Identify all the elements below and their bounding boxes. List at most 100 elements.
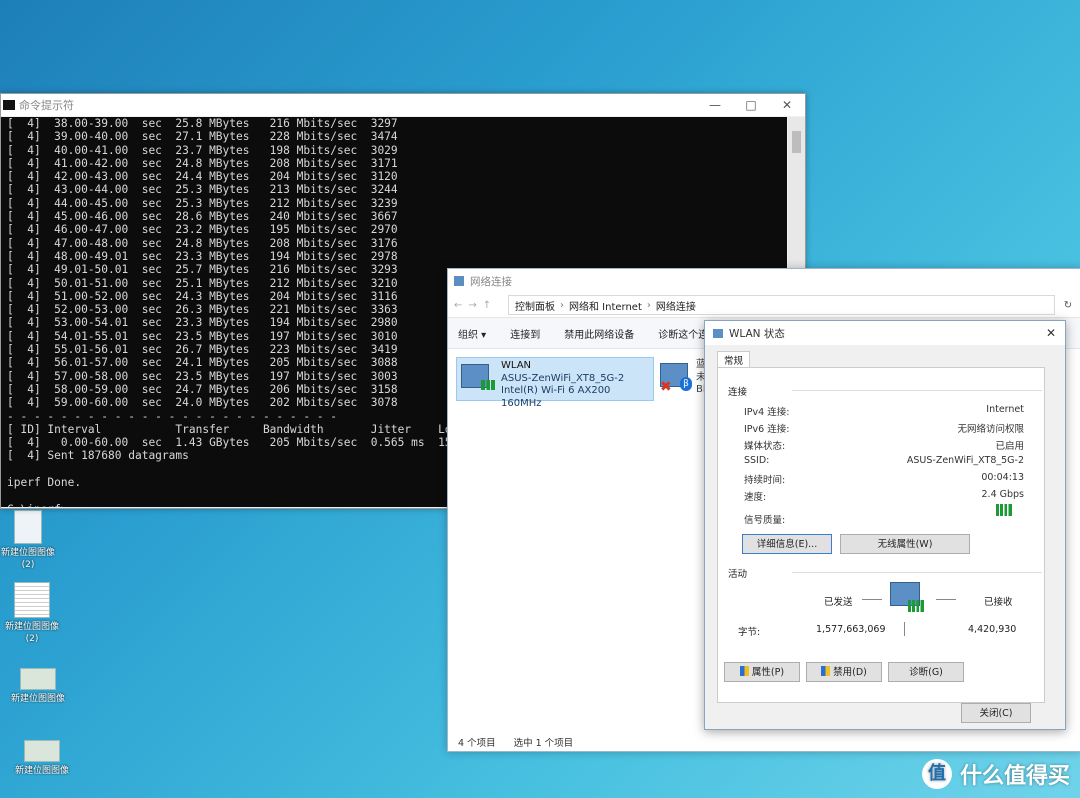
maximize-icon[interactable]: □: [733, 98, 769, 112]
image-file-icon: [14, 510, 42, 544]
button-label: 禁用(D): [833, 667, 867, 678]
connect-to-button[interactable]: 连接到: [510, 326, 540, 341]
desktop-icon-bitmap-1[interactable]: 新建位图图像 (2): [0, 510, 60, 571]
general-panel: 连接 IPv4 连接: Internet IPv6 连接: 无网络访问权限 媒体状态…: [717, 367, 1045, 703]
network-icon: [713, 328, 723, 338]
bytes-sent: 1,577,663,069: [816, 624, 886, 635]
address-bar: ←→↑ 控制面板 › 网络和 Internet › 网络连接 ↻: [448, 293, 1080, 318]
disconnected-icon: ✖: [660, 379, 672, 395]
console-line: [ 4] 38.00-39.00 sec 25.8 MBytes 216 Mbi…: [7, 117, 398, 130]
disable-device-button[interactable]: 禁用此网络设备: [564, 326, 634, 341]
watermark-text: 什么值得买: [959, 764, 1070, 789]
nav-buttons[interactable]: ←→↑: [454, 300, 508, 311]
image-file-icon: [20, 668, 56, 690]
properties-button[interactable]: 属性(P): [724, 662, 800, 682]
row-key: SSID:: [744, 455, 770, 466]
row-key: 速度:: [744, 492, 767, 503]
console-line: [ 4] 44.00-45.00 sec 25.3 MBytes 212 Mbi…: [7, 196, 398, 210]
wlan-titlebar[interactable]: WLAN 状态 ✕: [705, 321, 1065, 345]
details-button[interactable]: 详细信息(E)...: [742, 534, 832, 554]
button-label: 属性(P): [751, 667, 785, 678]
watermark: 值 什么值得买: [921, 758, 1070, 790]
connection-group-label: 连接: [728, 384, 1043, 398]
recv-line: [936, 599, 956, 600]
status-bar: 4 个项目 选中 1 个项目: [458, 735, 573, 749]
divider: [904, 622, 905, 636]
scrollbar-thumb[interactable]: [792, 131, 801, 153]
item-count: 4 个项目: [458, 738, 496, 749]
watermark-logo: 值: [921, 759, 952, 789]
desktop-icon-label: 新建位图图像 (2): [0, 548, 55, 570]
image-file-icon: [24, 740, 60, 762]
speed-row: 速度: 2.4 Gbps: [744, 489, 1024, 503]
sent-label: 已发送: [824, 597, 853, 608]
net-titlebar[interactable]: 网络连接: [448, 269, 1080, 293]
media-state-row: 媒体状态: 已启用: [744, 438, 1024, 452]
cmd-icon: [3, 100, 15, 110]
row-key: 信号质量:: [744, 515, 786, 526]
chevron-right-icon: ›: [646, 299, 651, 311]
bluetooth-connection-item[interactable]: ✖ β 蓝 未 Bl: [658, 357, 706, 399]
console-line: [ 4] 41.00-42.00 sec 24.8 MBytes 208 Mbi…: [7, 156, 398, 170]
image-file-icon: [14, 582, 50, 618]
shield-icon: [821, 666, 831, 676]
connection-adapter: Intel(R) Wi-Fi 6 AX200 160MHz: [501, 385, 611, 409]
connection-ssid: ASUS-ZenWiFi_XT8_5G-2: [501, 372, 625, 384]
console-line: [ 4] 43.00-44.00 sec 25.3 MBytes 213 Mbi…: [7, 183, 398, 197]
signal-row: 信号质量:: [744, 512, 1024, 526]
console-line: [ 4] 40.00-41.00 sec 23.7 MBytes 198 Mbi…: [7, 143, 398, 157]
console-line: [ 4] 48.00-49.01 sec 23.3 MBytes 194 Mbi…: [7, 249, 398, 263]
cmd-title: 命令提示符: [19, 99, 74, 112]
activity-group-label: 活动: [728, 566, 1043, 580]
console-line: [ 4] 42.00-43.00 sec 24.4 MBytes 204 Mbi…: [7, 170, 398, 184]
signal-bars-icon: [908, 600, 924, 612]
received-label: 已接收: [984, 597, 1013, 608]
signal-bars-icon: [481, 380, 495, 390]
row-key: 媒体状态:: [744, 441, 786, 452]
duration-row: 持续时间: 00:04:13: [744, 472, 1024, 486]
console-line: [ 4] 39.00-40.00 sec 27.1 MBytes 228 Mbi…: [7, 130, 398, 144]
row-key: 持续时间:: [744, 475, 786, 486]
dialog-title: WLAN 状态: [729, 327, 785, 340]
bytes-label: 字节:: [738, 627, 761, 638]
organize-button[interactable]: 组织 ▾: [458, 326, 486, 341]
wlan-status-dialog[interactable]: WLAN 状态 ✕ 常规 连接 IPv4 连接: Internet IPv6 连接…: [704, 320, 1066, 730]
desktop-icon-label: 新建位图图像: [10, 694, 65, 704]
console-line: [ 4] 46.00-47.00 sec 23.2 MBytes 195 Mbi…: [7, 223, 398, 237]
sent-line: [862, 599, 882, 600]
wlan-connection-item[interactable]: WLAN ASUS-ZenWiFi_XT8_5G-2 Intel(R) Wi-F…: [456, 357, 654, 409]
desktop-icon-label: 新建位图图像 (2): [4, 622, 59, 644]
desktop-icon-bitmap-3[interactable]: 新建位图图像: [6, 668, 70, 705]
breadcrumb-item[interactable]: 网络连接: [656, 298, 696, 313]
row-value: Internet: [986, 404, 1024, 415]
ipv6-row: IPv6 连接: 无网络访问权限: [744, 421, 1024, 435]
row-key: IPv4 连接:: [744, 407, 790, 418]
selected-count: 选中 1 个项目: [513, 738, 574, 749]
desktop-icon-bitmap-2[interactable]: 新建位图图像 (2): [0, 582, 64, 645]
breadcrumb[interactable]: 控制面板 › 网络和 Internet › 网络连接: [508, 295, 1055, 315]
wireless-properties-button[interactable]: 无线属性(W): [840, 534, 970, 554]
shield-icon: [739, 666, 749, 676]
console-line: [ 4] 47.00-48.00 sec 24.8 MBytes 208 Mbi…: [7, 236, 398, 250]
close-button[interactable]: 关闭(C): [961, 703, 1031, 723]
close-icon[interactable]: ✕: [1037, 326, 1065, 340]
close-icon[interactable]: ✕: [769, 98, 805, 112]
refresh-icon[interactable]: ↻: [1055, 300, 1080, 311]
console-line: [ 4] 45.00-46.00 sec 28.6 MBytes 240 Mbi…: [7, 210, 398, 224]
breadcrumb-item[interactable]: 控制面板: [515, 298, 555, 313]
cmd-titlebar[interactable]: 命令提示符 — □ ✕: [1, 94, 805, 116]
breadcrumb-item[interactable]: 网络和 Internet: [569, 298, 642, 313]
row-value: 00:04:13: [981, 472, 1024, 483]
disable-button[interactable]: 禁用(D): [806, 662, 882, 682]
minimize-icon[interactable]: —: [697, 98, 733, 112]
chevron-right-icon: ›: [560, 299, 564, 311]
row-value: 无网络访问权限: [957, 424, 1024, 435]
connection-name: WLAN: [501, 360, 532, 371]
row-value: 2.4 Gbps: [981, 489, 1025, 500]
ipv4-row: IPv4 连接: Internet: [744, 404, 1024, 418]
row-value: 已启用: [995, 441, 1024, 452]
ssid-row: SSID: ASUS-ZenWiFi_XT8_5G-2: [744, 455, 1024, 466]
desktop-icon-bitmap-4[interactable]: 新建位图图像: [10, 740, 74, 777]
row-value: ASUS-ZenWiFi_XT8_5G-2: [906, 455, 1024, 466]
diagnose-button[interactable]: 诊断(G): [888, 662, 964, 682]
